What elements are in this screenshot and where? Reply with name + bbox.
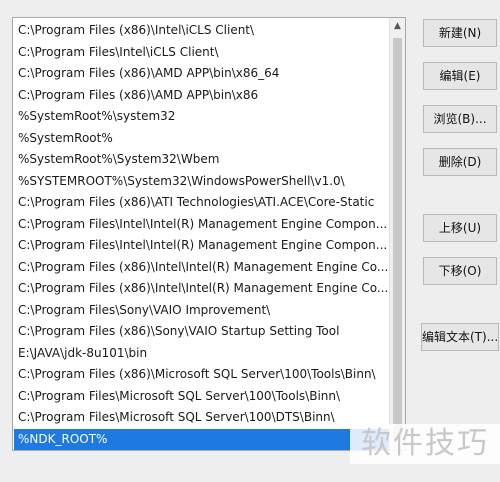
browse-button[interactable]: 浏览(B)... xyxy=(423,105,497,133)
list-item[interactable]: C:\Program Files\Intel\Intel(R) Manageme… xyxy=(14,235,390,257)
list-item[interactable]: C:\Program Files (x86)\Intel\Intel(R) Ma… xyxy=(14,257,390,279)
scroll-thumb[interactable] xyxy=(393,38,402,438)
delete-button[interactable]: 删除(D) xyxy=(423,148,497,176)
list-item[interactable]: C:\Program Files (x86)\AMD APP\bin\x86_6… xyxy=(14,63,390,85)
list-item[interactable]: %SystemRoot% xyxy=(14,128,390,150)
edit-text-button[interactable]: 编辑文本(T)... xyxy=(421,323,499,351)
list-item[interactable]: C:\Program Files (x86)\ATI Technologies\… xyxy=(14,192,390,214)
path-list: C:\Program Files (x86)\Intel\iCLS Client… xyxy=(14,20,390,450)
list-item[interactable]: C:\Program Files (x86)\Sony\VAIO Startup… xyxy=(14,321,390,343)
list-item[interactable]: C:\Program Files (x86)\Microsoft SQL Ser… xyxy=(14,364,390,386)
list-item[interactable]: C:\Program Files (x86)\Intel\Intel(R) Ma… xyxy=(14,278,390,300)
list-item[interactable]: C:\Program Files\Microsoft SQL Server\10… xyxy=(14,386,390,408)
list-item[interactable]: C:\Program Files\Sony\VAIO Improvement\ xyxy=(14,300,390,322)
list-item[interactable]: C:\Program Files\Microsoft SQL Server\10… xyxy=(14,407,390,429)
watermark: 软件技巧 xyxy=(350,424,500,464)
chevron-up-icon[interactable]: ▲ xyxy=(390,18,405,34)
path-listbox[interactable]: C:\Program Files (x86)\Intel\iCLS Client… xyxy=(12,17,406,451)
list-item[interactable]: E:\JAVA\jdk-8u101\bin xyxy=(14,343,390,365)
list-item[interactable]: C:\Program Files\Intel\iCLS Client\ xyxy=(14,42,390,64)
list-item[interactable]: %SYSTEMROOT%\System32\WindowsPowerShell\… xyxy=(14,171,390,193)
list-item[interactable]: C:\Program Files (x86)\AMD APP\bin\x86 xyxy=(14,85,390,107)
edit-button[interactable]: 编辑(E) xyxy=(423,62,497,90)
move-up-button[interactable]: 上移(U) xyxy=(423,214,497,242)
new-button[interactable]: 新建(N) xyxy=(423,19,497,47)
move-down-button[interactable]: 下移(O) xyxy=(423,257,497,285)
list-item[interactable]: %SystemRoot%\system32 xyxy=(14,106,390,128)
list-item[interactable]: C:\Program Files (x86)\Intel\iCLS Client… xyxy=(14,20,390,42)
list-item[interactable]: %SystemRoot%\System32\Wbem xyxy=(14,149,390,171)
list-item-selected[interactable]: %NDK_ROOT% xyxy=(14,428,390,450)
list-item[interactable]: C:\Program Files\Intel\Intel(R) Manageme… xyxy=(14,214,390,236)
vertical-scrollbar[interactable]: ▲ xyxy=(389,18,405,450)
